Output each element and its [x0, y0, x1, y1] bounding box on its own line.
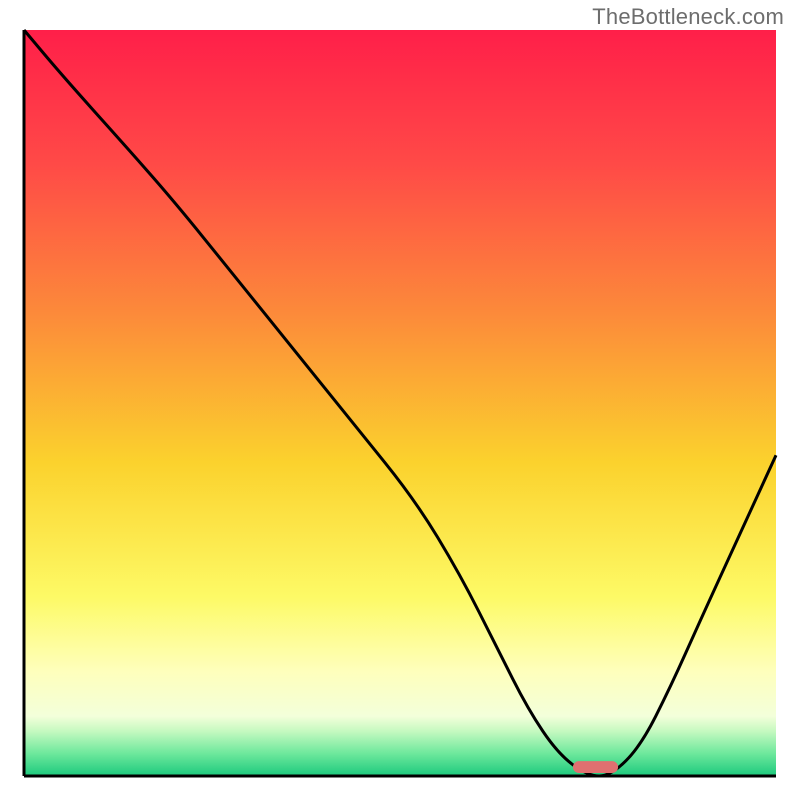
- bottleneck-chart: [0, 0, 800, 800]
- chart-container: TheBottleneck.com: [0, 0, 800, 800]
- watermark-text: TheBottleneck.com: [592, 4, 784, 30]
- plot-background: [24, 30, 776, 776]
- optimal-zone-marker: [573, 761, 618, 773]
